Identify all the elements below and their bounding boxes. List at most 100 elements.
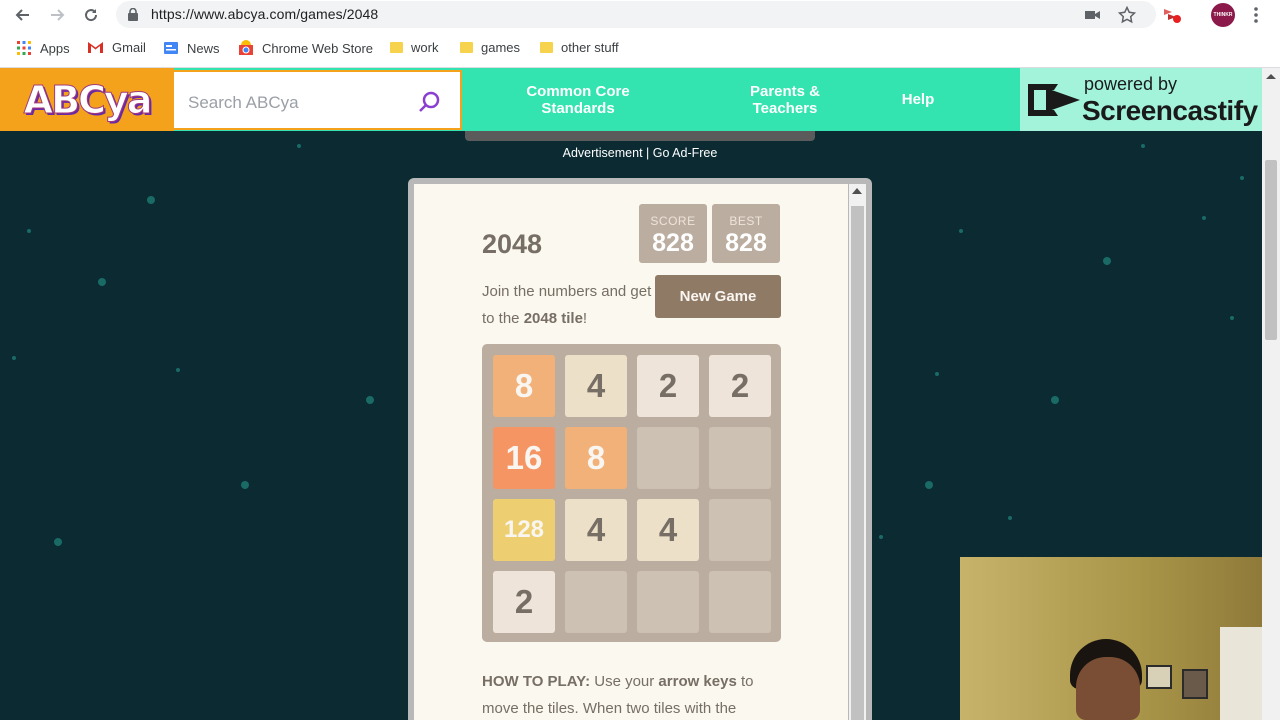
camera-indicator[interactable] xyxy=(1083,5,1103,25)
bookmark-label: News xyxy=(187,40,220,56)
nav-label: Common Core Standards xyxy=(526,82,630,117)
bookmark-label: work xyxy=(411,40,439,55)
scroll-up-arrow-icon[interactable] xyxy=(1266,74,1276,79)
browser-toolbar: https://www.abcya.com/games/2048 THINKR xyxy=(0,0,1280,30)
video-camera-icon xyxy=(1085,11,1100,19)
new-game-button[interactable]: New Game xyxy=(655,275,781,318)
nav-common-core[interactable]: Common Core Standards xyxy=(500,68,656,131)
tile-4: 4 xyxy=(565,355,627,417)
tile-128: 128 xyxy=(493,499,555,561)
folder-icon xyxy=(460,42,473,53)
bookmarks-bar: Apps Gmail News Chrome Web Store work ga… xyxy=(0,30,1280,68)
forward-button[interactable] xyxy=(46,4,68,26)
bookmark-news[interactable]: News xyxy=(163,40,220,56)
nav-label: Parents & Teachers xyxy=(749,82,821,117)
screencastify-brand: Screencastify xyxy=(1082,95,1258,126)
search-icon[interactable] xyxy=(418,90,442,114)
tile-2: 2 xyxy=(709,355,771,417)
folder-icon xyxy=(540,42,553,53)
chrome-menu-button[interactable] xyxy=(1246,5,1266,25)
game-container: 2048 SCORE 828 BEST 828 Join the numbers… xyxy=(414,184,848,720)
bookmark-folder-other-stuff[interactable]: other stuff xyxy=(540,40,619,55)
apps-grid-icon xyxy=(17,41,31,55)
page-scrollbar-thumb[interactable] xyxy=(1265,160,1277,340)
screencastify-logo-icon xyxy=(1028,84,1080,116)
bookmark-label: games xyxy=(481,40,521,55)
folder-icon xyxy=(390,42,403,53)
screencastify-extension-icon xyxy=(1164,9,1181,23)
bookmark-chrome-web-store[interactable]: Chrome Web Store xyxy=(238,40,373,56)
game-frame: 2048 SCORE 828 BEST 828 Join the numbers… xyxy=(408,178,872,720)
screencastify-watermark: powered by Screencastify xyxy=(1020,68,1262,131)
profile-initials: THINKR xyxy=(1213,12,1233,18)
howto-bold: arrow keys xyxy=(658,673,737,690)
search-input[interactable]: Search ABCya xyxy=(174,70,462,130)
empty-cell xyxy=(709,427,771,489)
game-board[interactable]: 8 4 2 2 16 8 128 4 4 2 xyxy=(482,344,781,642)
howto-text: Use your xyxy=(590,673,659,690)
lock-icon xyxy=(128,8,138,21)
back-button[interactable] xyxy=(12,4,34,26)
empty-cell xyxy=(565,571,627,633)
best-box: BEST 828 xyxy=(712,204,780,263)
bookmark-folder-games[interactable]: games xyxy=(460,40,520,55)
page-scrollbar[interactable] xyxy=(1262,68,1280,720)
best-label: BEST xyxy=(729,214,763,228)
nav-help[interactable]: Help xyxy=(880,68,956,131)
tile-16: 16 xyxy=(493,427,555,489)
tile-8: 8 xyxy=(493,355,555,417)
scrollbar-thumb[interactable] xyxy=(851,206,864,720)
best-value: 828 xyxy=(725,229,767,257)
webcam-overlay xyxy=(960,557,1262,720)
abcya-logo[interactable]: ABCya xyxy=(0,68,174,131)
how-to-play: HOW TO PLAY: Use your arrow keys to move… xyxy=(482,668,792,720)
advertisement-label[interactable]: Advertisement | Go Ad-Free xyxy=(0,146,1280,160)
bookmark-folder-work[interactable]: work xyxy=(390,40,438,55)
tile-4: 4 xyxy=(637,499,699,561)
webcam-picture-frame xyxy=(1146,665,1172,689)
webcam-person-face xyxy=(1076,657,1140,720)
score-box: SCORE 828 xyxy=(639,204,707,263)
tile-8: 8 xyxy=(565,427,627,489)
reload-button[interactable] xyxy=(80,4,102,26)
bookmark-label: Gmail xyxy=(112,40,146,55)
back-arrow-icon xyxy=(15,9,29,21)
reload-icon xyxy=(85,9,98,22)
game-title: 2048 xyxy=(482,229,543,259)
scroll-up-arrow-icon[interactable] xyxy=(852,188,862,194)
bookmark-label: other stuff xyxy=(561,40,619,55)
bookmark-label: Chrome Web Store xyxy=(262,40,374,56)
bookmark-label: Apps xyxy=(40,40,70,56)
kebab-menu-icon xyxy=(1254,7,1258,23)
bookmark-gmail[interactable]: Gmail xyxy=(87,40,146,55)
url-text[interactable]: https://www.abcya.com/games/2048 xyxy=(151,6,378,22)
search-placeholder: Search ABCya xyxy=(188,93,299,112)
powered-by-text: powered by xyxy=(1084,74,1178,94)
tile-4: 4 xyxy=(565,499,627,561)
advertisement-banner[interactable] xyxy=(465,131,815,141)
news-icon xyxy=(164,42,178,54)
screencastify-extension[interactable] xyxy=(1162,5,1182,25)
nav-parents-teachers[interactable]: Parents & Teachers xyxy=(720,68,850,131)
empty-cell xyxy=(637,571,699,633)
nav-label: Help xyxy=(901,91,935,108)
tile-2: 2 xyxy=(493,571,555,633)
howto-label: HOW TO PLAY: xyxy=(482,673,591,690)
intro-bold: 2048 tile xyxy=(523,310,583,327)
bookmark-star-button[interactable] xyxy=(1117,5,1137,25)
gmail-icon xyxy=(88,42,103,53)
game-scrollbar[interactable] xyxy=(849,184,866,720)
empty-cell xyxy=(637,427,699,489)
score-value: 828 xyxy=(652,229,694,257)
webcam-picture-frame xyxy=(1182,669,1208,699)
empty-cell xyxy=(709,571,771,633)
profile-avatar[interactable]: THINKR xyxy=(1211,3,1235,27)
tile-2: 2 xyxy=(637,355,699,417)
intro-suffix: ! xyxy=(582,310,588,327)
star-icon xyxy=(1118,6,1136,24)
chrome-web-store-icon xyxy=(239,40,253,55)
bookmark-apps[interactable]: Apps xyxy=(16,40,70,56)
forward-arrow-icon xyxy=(51,9,65,21)
score-label: SCORE xyxy=(650,214,696,228)
logo-text: ABCya xyxy=(23,77,153,122)
